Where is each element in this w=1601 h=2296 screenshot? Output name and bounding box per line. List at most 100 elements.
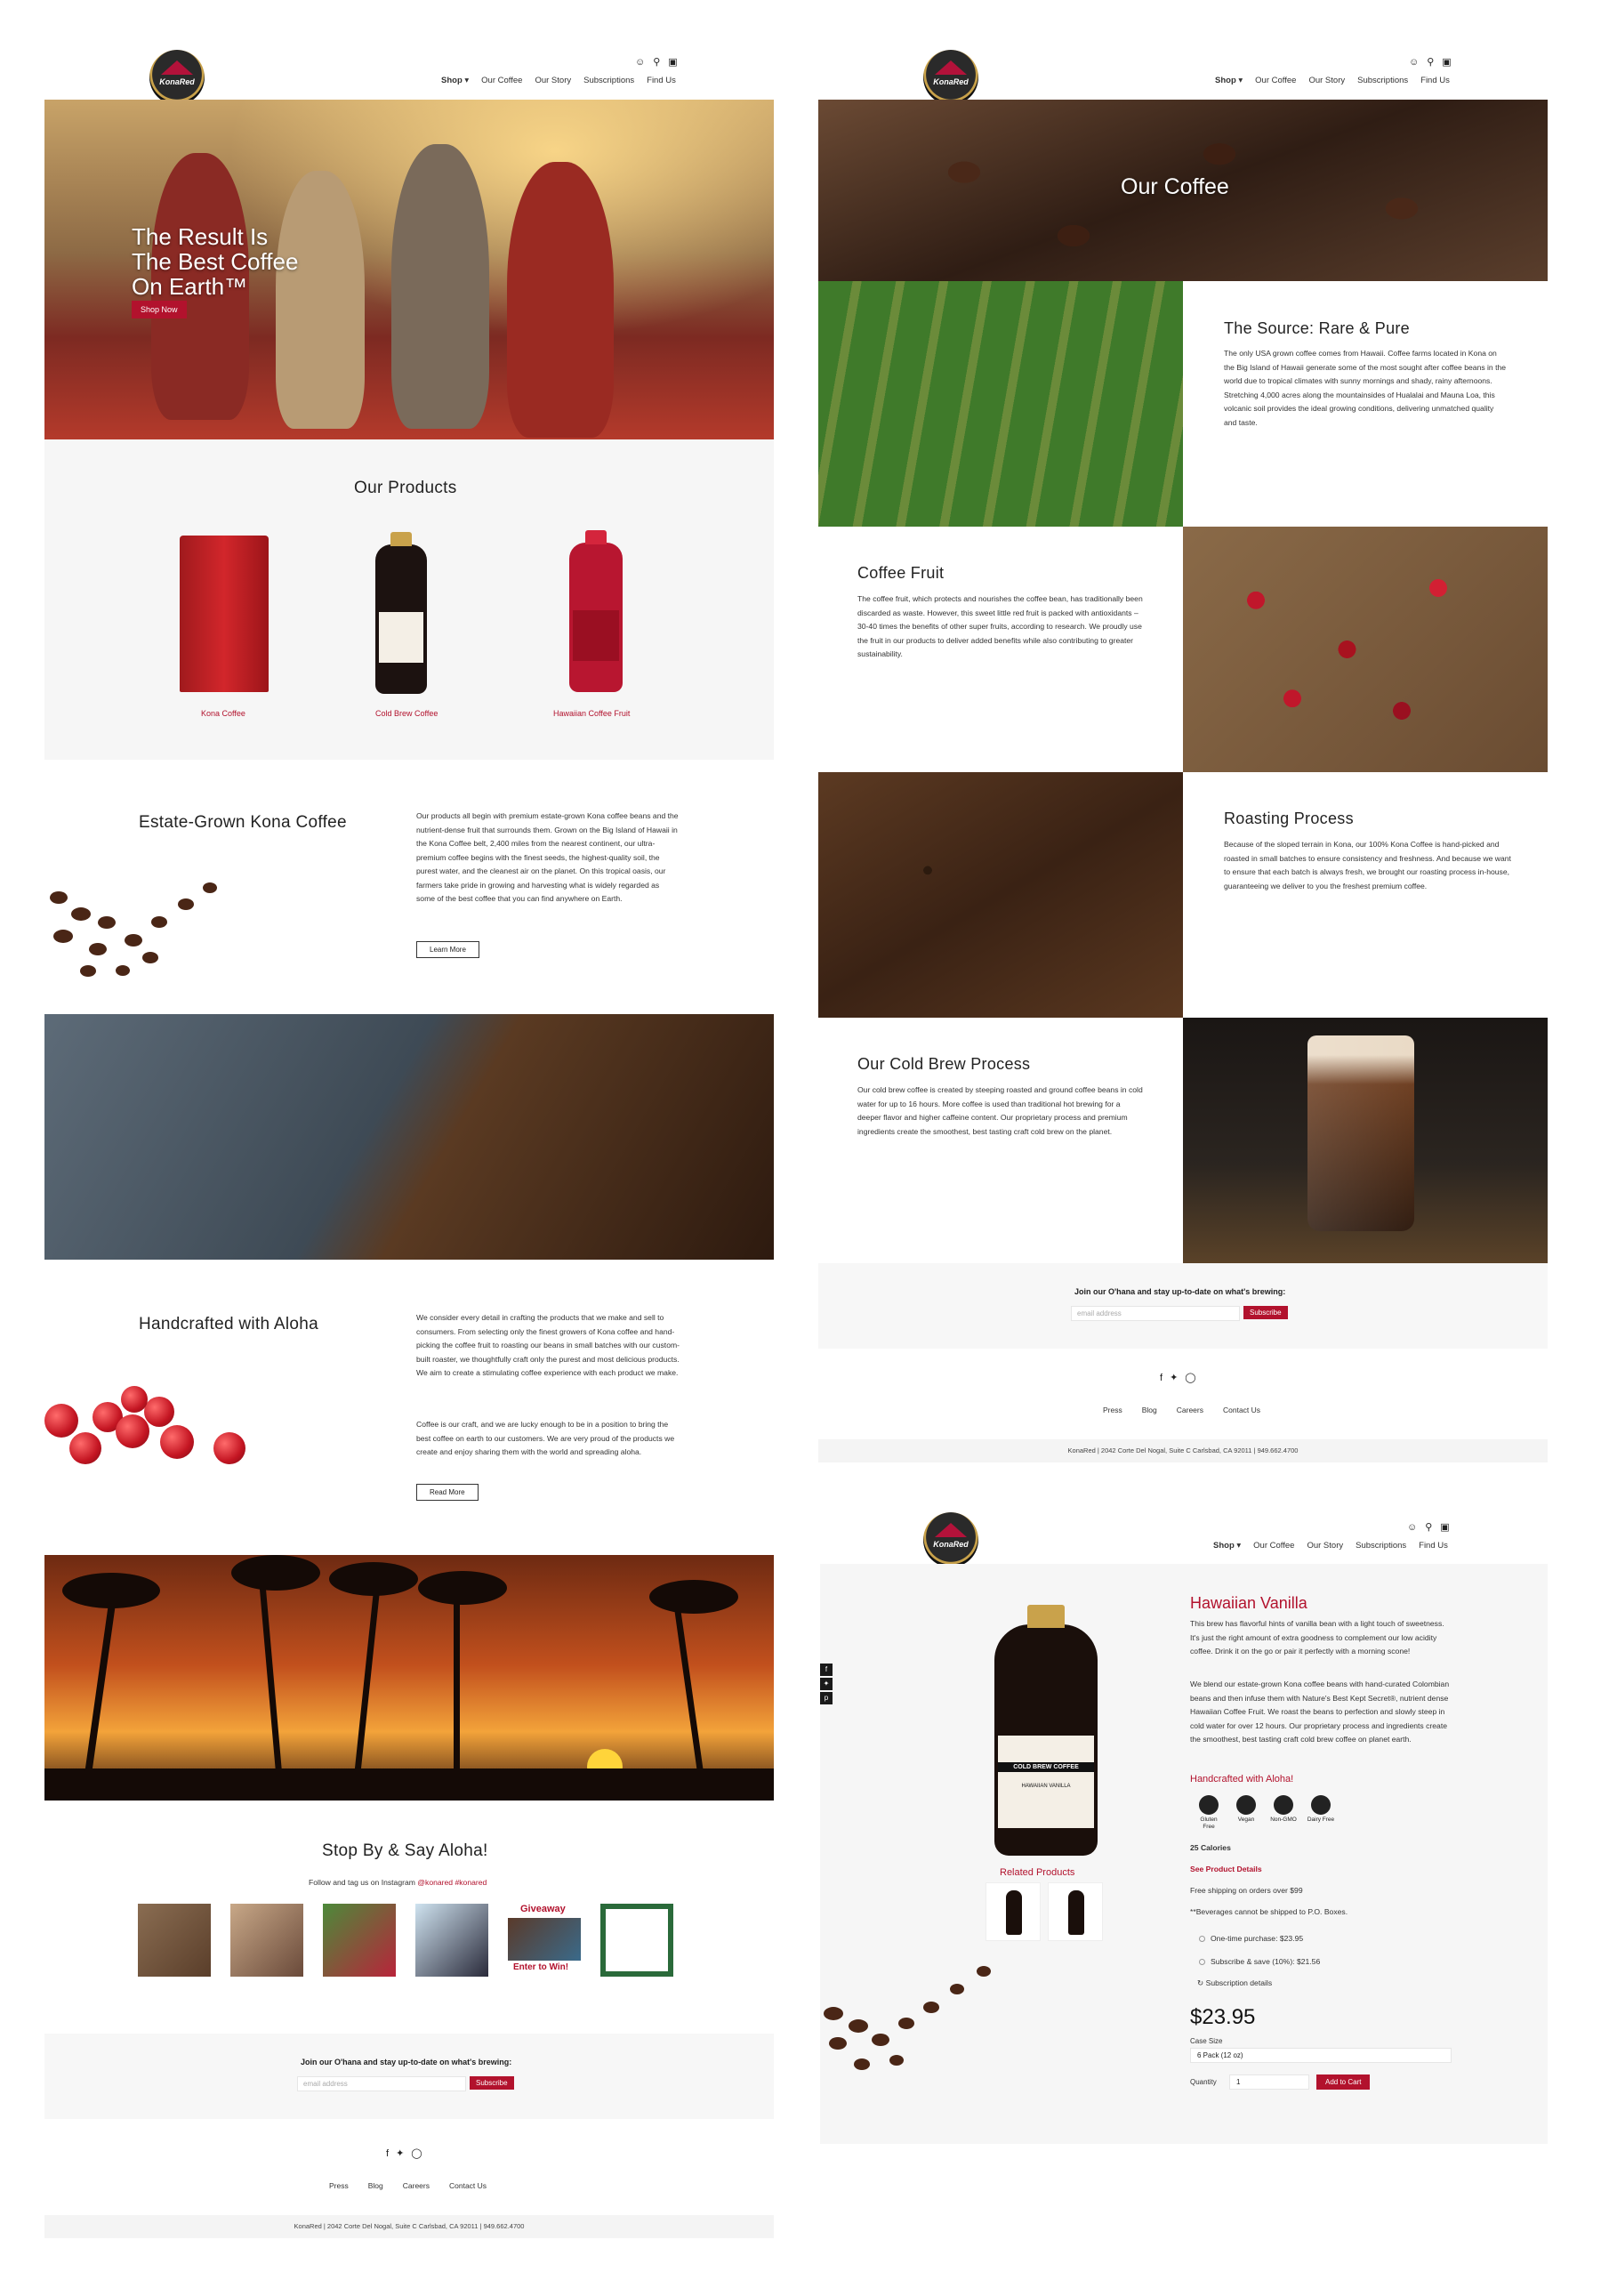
footer-link-press[interactable]: Press [1103,1406,1122,1414]
nav-find-us[interactable]: Find Us [1420,76,1450,85]
cart-icon[interactable]: ▣ [1440,1522,1457,1533]
nav-our-story[interactable]: Our Story [535,76,571,85]
learn-more-button[interactable]: Learn More [416,941,479,958]
footer-social: f✦◯ [1160,1372,1203,1383]
header-icons[interactable]: ☺⚲▣ [635,56,686,68]
footer-link-blog[interactable]: Blog [368,2181,383,2190]
konared-logo[interactable]: KonaRed [923,1512,978,1567]
quantity-input[interactable]: 1 [1229,2074,1309,2090]
footer-link-contact[interactable]: Contact Us [1223,1406,1260,1414]
coffee-cherries-image [1183,527,1548,772]
product-bottle-image: COLD BREW COFFEE HAWAIIAN VANILLA [994,1605,1098,1856]
hero-title: The Result Is The Best Coffee On Earth™ [132,223,299,300]
related-product-1[interactable] [986,1882,1041,1941]
case-size-select[interactable]: 6 Pack (12 oz) [1190,2048,1452,2063]
aloha-body-2: Coffee is our craft, and we are lucky en… [416,1420,675,1456]
share-twitter-icon[interactable]: ✦ [820,1678,833,1690]
giveaway-subtitle: Enter to Win! [513,1962,569,1972]
nav-our-coffee[interactable]: Our Coffee [1253,1541,1294,1551]
main-nav: Shop ▾ Our Coffee Our Story Subscription… [1213,1541,1448,1551]
subscription-icon: ↻ [1197,1978,1206,1987]
newsletter-email-input[interactable]: email address [1071,1306,1240,1321]
nav-shop[interactable]: Shop ▾ [441,76,469,85]
user-icon[interactable]: ☺ [1407,1522,1425,1533]
roasting-beans-image [818,772,1183,1018]
konared-logo[interactable]: KonaRed [923,50,978,105]
search-icon[interactable]: ⚲ [653,57,668,68]
nav-subscriptions[interactable]: Subscriptions [1356,1541,1406,1551]
nav-subscriptions[interactable]: Subscriptions [583,76,634,85]
instagram-post-1[interactable] [138,1904,211,1977]
shop-now-button[interactable]: Shop Now [132,301,187,318]
coffee-farm-image [818,281,1183,527]
search-icon[interactable]: ⚲ [1427,57,1442,68]
user-icon[interactable]: ☺ [635,57,653,68]
instagram-post-4[interactable] [415,1904,488,1977]
header-icons[interactable]: ☺⚲▣ [1409,56,1460,68]
badge-label-gluten-free: Gluten Free [1200,1817,1218,1830]
badge-label-dairy-free: Dairy Free [1307,1817,1335,1823]
option-one-time[interactable]: One-time purchase: $23.95 [1199,1934,1303,1943]
facebook-icon[interactable]: f [1160,1373,1170,1383]
subscription-details-link[interactable]: ↻ Subscription details [1197,1978,1272,1988]
read-more-button[interactable]: Read More [416,1484,479,1501]
header-icons[interactable]: ☺⚲▣ [1407,1521,1458,1533]
nav-shop[interactable]: Shop ▾ [1215,76,1243,85]
product-label-coffee-fruit[interactable]: Hawaiian Coffee Fruit [553,709,630,718]
nav-our-story[interactable]: Our Story [1307,1541,1343,1551]
newsletter-email-input[interactable]: email address [297,2076,466,2091]
user-icon[interactable]: ☺ [1409,57,1427,68]
konared-logo[interactable]: KonaRed [149,50,205,105]
footer-link-careers[interactable]: Careers [403,2181,430,2190]
nav-our-coffee[interactable]: Our Coffee [1255,76,1296,85]
facebook-icon[interactable]: f [386,2148,396,2159]
twitter-icon[interactable]: ✦ [1170,1373,1185,1383]
cart-icon[interactable]: ▣ [668,57,685,68]
share-facebook-icon[interactable]: f [820,1664,833,1676]
newsletter-subscribe-button[interactable]: Subscribe [1243,1306,1288,1319]
instagram-post-6[interactable] [600,1904,673,1977]
product-label-cold-brew[interactable]: Cold Brew Coffee [375,709,438,718]
coffee-fruit-bottle[interactable] [569,530,623,692]
instagram-handles[interactable]: @konared #konared [417,1878,487,1887]
instagram-icon[interactable]: ◯ [411,2148,429,2159]
footer-link-press[interactable]: Press [329,2181,349,2190]
instagram-post-3[interactable] [323,1904,396,1977]
option-subscribe[interactable]: Subscribe & save (10%): $21.56 [1199,1957,1320,1966]
footer-links: Press Blog Careers Contact Us [329,2181,487,2190]
nav-shop[interactable]: Shop ▾ [1213,1541,1241,1551]
twitter-icon[interactable]: ✦ [396,2148,411,2159]
footer-link-blog[interactable]: Blog [1142,1406,1157,1414]
nav-our-coffee[interactable]: Our Coffee [481,76,522,85]
cold-brew-body: Our cold brew coffee is created by steep… [857,1085,1143,1136]
estate-heading: Estate-Grown Kona Coffee [139,813,347,832]
product-price: $23.95 [1190,2005,1256,2029]
footer-link-contact[interactable]: Contact Us [449,2181,487,2190]
footer-address: KonaRed | 2042 Corte Del Nogal, Suite C … [44,2215,774,2238]
roasting-body: Because of the sloped terrain in Kona, o… [1224,840,1511,890]
nav-find-us[interactable]: Find Us [647,76,676,85]
share-pinterest-icon[interactable]: p [820,1692,833,1704]
instagram-post-2[interactable] [230,1904,303,1977]
product-label-kona-coffee[interactable]: Kona Coffee [201,709,245,718]
cold-brew-bottle[interactable] [375,532,427,694]
cart-icon[interactable]: ▣ [1442,57,1459,68]
related-product-2[interactable] [1048,1882,1103,1941]
product-details-link[interactable]: See Product Details [1190,1865,1262,1873]
palm-sunset-image [44,1555,774,1801]
related-products-heading: Related Products [1000,1867,1075,1878]
instagram-icon[interactable]: ◯ [1185,1373,1203,1383]
newsletter-subscribe-button[interactable]: Subscribe [470,2076,514,2090]
cold-brew-glass-image [1183,1018,1548,1263]
badge-label-vegan: Vegan [1237,1817,1255,1823]
kona-coffee-bag[interactable] [180,536,269,692]
add-to-cart-button[interactable]: Add to Cart [1316,2074,1371,2090]
products-heading: Our Products [354,479,457,497]
nav-our-story[interactable]: Our Story [1308,76,1345,85]
search-icon[interactable]: ⚲ [1425,1522,1440,1533]
footer-link-careers[interactable]: Careers [1177,1406,1203,1414]
nav-subscriptions[interactable]: Subscriptions [1357,76,1408,85]
nav-find-us[interactable]: Find Us [1419,1541,1448,1551]
source-heading: The Source: Rare & Pure [1224,319,1410,337]
instagram-post-giveaway[interactable]: Giveaway Enter to Win! [508,1904,581,1977]
